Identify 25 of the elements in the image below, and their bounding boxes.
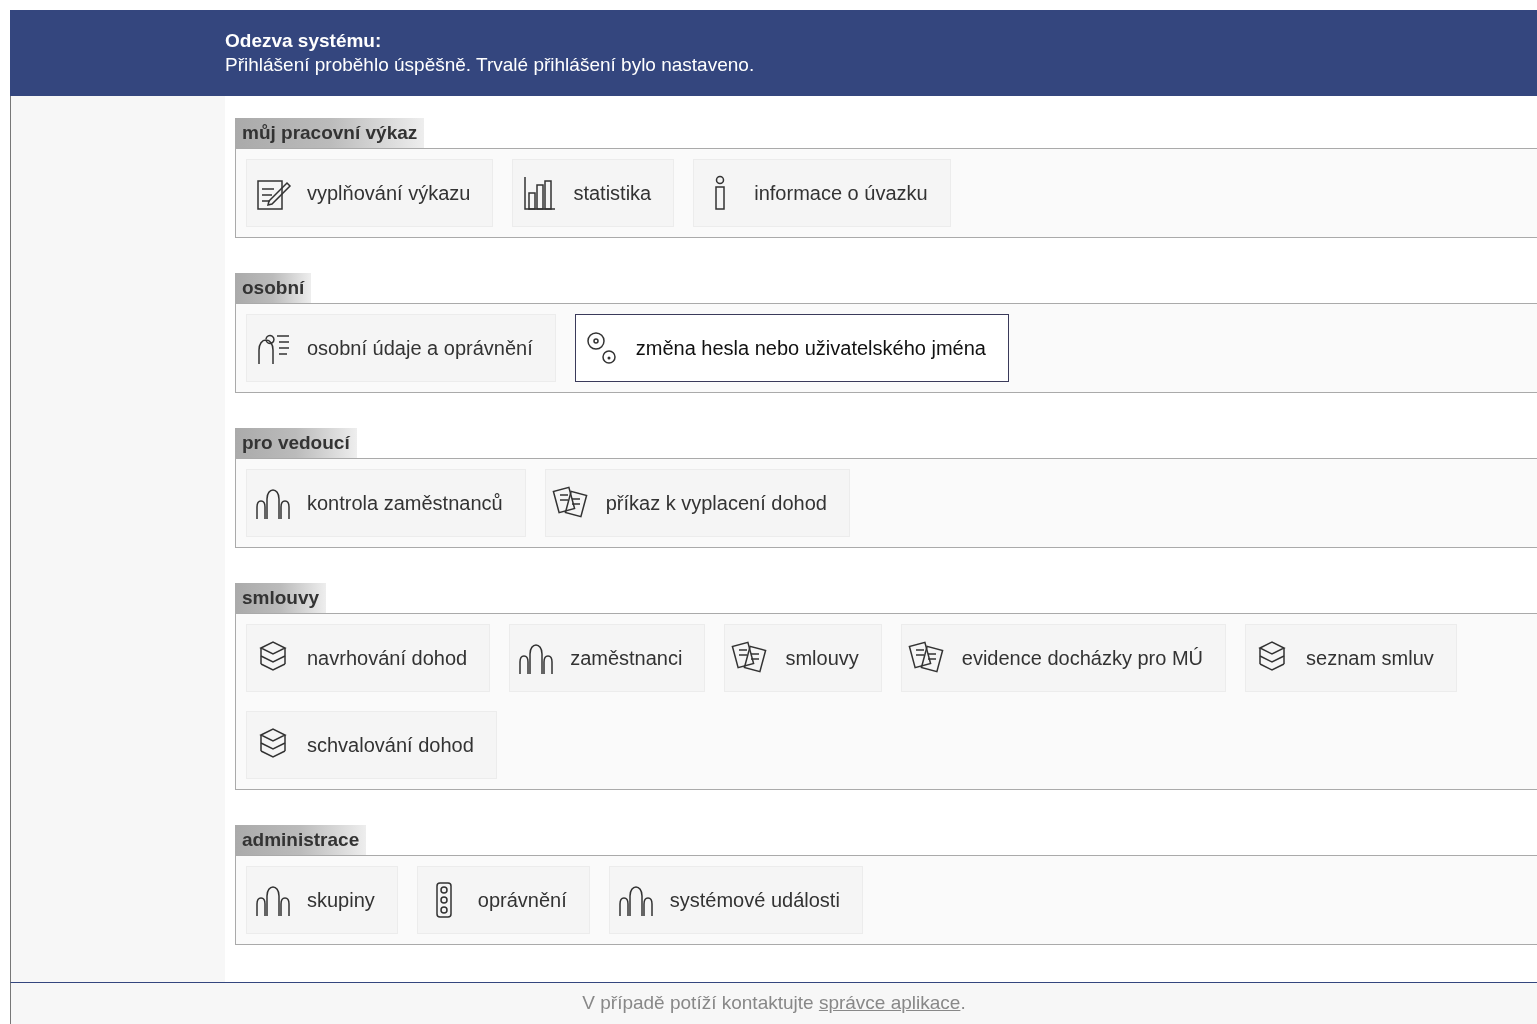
menu-tile[interactable]: změna hesla nebo uživatelského jména — [574, 314, 1009, 382]
menu-tile[interactable]: evidence docházky pro MÚ — [900, 624, 1226, 692]
menu-tile[interactable]: vyplňování výkazu — [246, 159, 494, 227]
menu-tile[interactable]: schvalování dohod — [246, 711, 497, 779]
menu-tile[interactable]: smlouvy — [724, 624, 882, 692]
message-text: Přihlášení proběhlo úspěšně. Trvalé přihlášení bylo nastaveno. — [225, 53, 756, 77]
menu-tile[interactable]: osobní údaje a oprávnění — [246, 314, 556, 382]
message-title: Odezva systému: — [225, 29, 383, 53]
menu-tile[interactable]: příkaz k vyplacení dohod — [544, 469, 850, 537]
section-heading: smlouvy — [235, 583, 327, 613]
menu-tile[interactable]: oprávnění — [416, 866, 590, 934]
section-heading: pro vedoucí — [235, 428, 357, 458]
menu-tile[interactable]: navrhování dohod — [246, 624, 491, 692]
section-heading: můj pracovní výkaz — [235, 118, 425, 148]
footer-text: V případě potíží kontaktujte správce aplikace. — [582, 991, 966, 1016]
menu-tile[interactable]: kontrola zaměstnanců — [246, 469, 526, 537]
menu-tile[interactable]: systémové události — [608, 866, 863, 934]
info-icon — [713, 175, 728, 211]
section-heading: osobní — [235, 273, 312, 303]
menu-tile[interactable]: statistika — [512, 159, 675, 227]
menu-tile[interactable]: skupiny — [246, 866, 398, 934]
menu-tile[interactable]: informace o úvazku — [693, 159, 951, 227]
section-heading: administrace — [235, 825, 367, 855]
menu-tile[interactable]: seznam smluv — [1245, 624, 1457, 692]
menu-tile[interactable]: zaměstnanci — [509, 624, 706, 692]
